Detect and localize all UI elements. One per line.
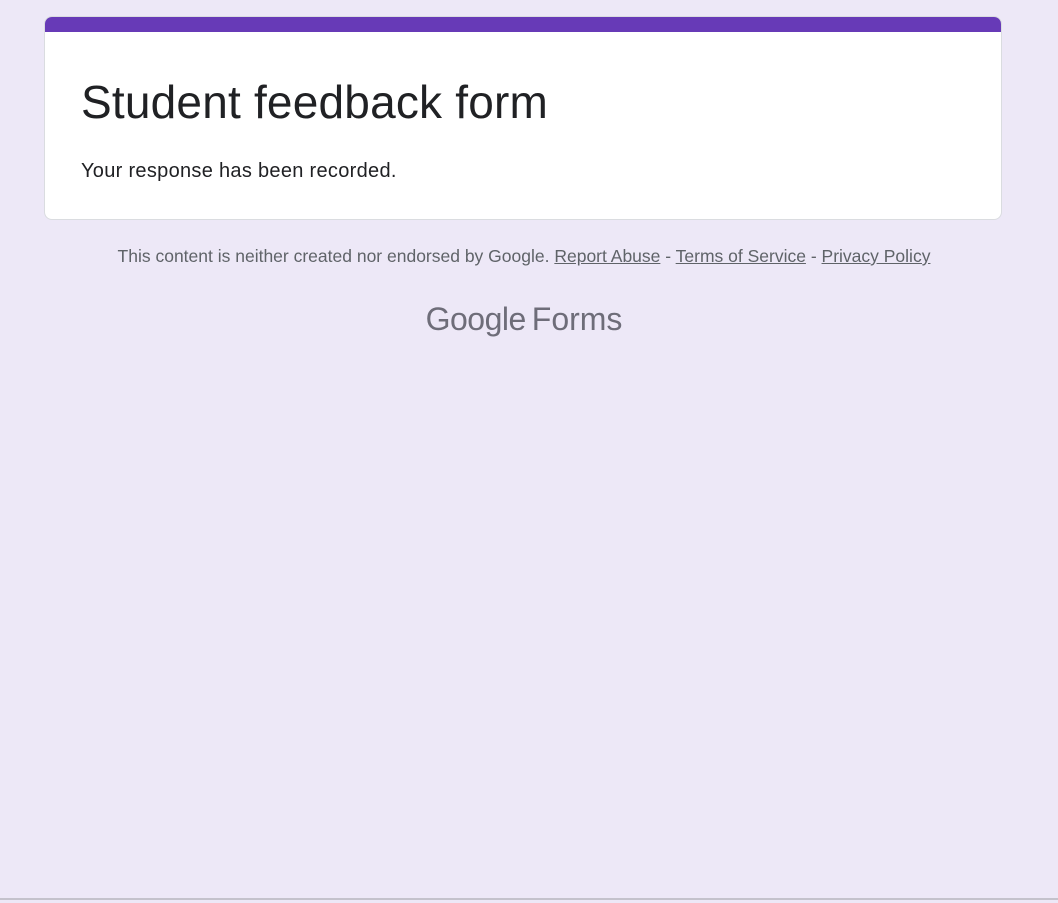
report-abuse-link[interactable]: Report Abuse bbox=[554, 246, 660, 266]
form-title: Student feedback form bbox=[81, 76, 549, 128]
forms-wordmark: Forms bbox=[531, 301, 623, 337]
terms-of-service-link[interactable]: Terms of Service bbox=[676, 246, 806, 266]
footer: This content is neither created nor endo… bbox=[0, 244, 1048, 268]
card-accent-bar bbox=[45, 17, 1001, 32]
footer-separator: - bbox=[810, 246, 817, 266]
confirmation-message: Your response has been recorded. bbox=[81, 160, 397, 182]
privacy-policy-link[interactable]: Privacy Policy bbox=[822, 246, 931, 266]
confirmation-card: Student feedback form Your response has … bbox=[44, 16, 1002, 220]
google-forms-logo[interactable]: Google Forms bbox=[0, 298, 1048, 340]
google-wordmark: Google bbox=[425, 301, 527, 337]
bottom-divider bbox=[0, 898, 1058, 900]
disclaimer-text: This content is neither created nor endo… bbox=[117, 246, 550, 266]
footer-separator: - bbox=[665, 246, 672, 266]
